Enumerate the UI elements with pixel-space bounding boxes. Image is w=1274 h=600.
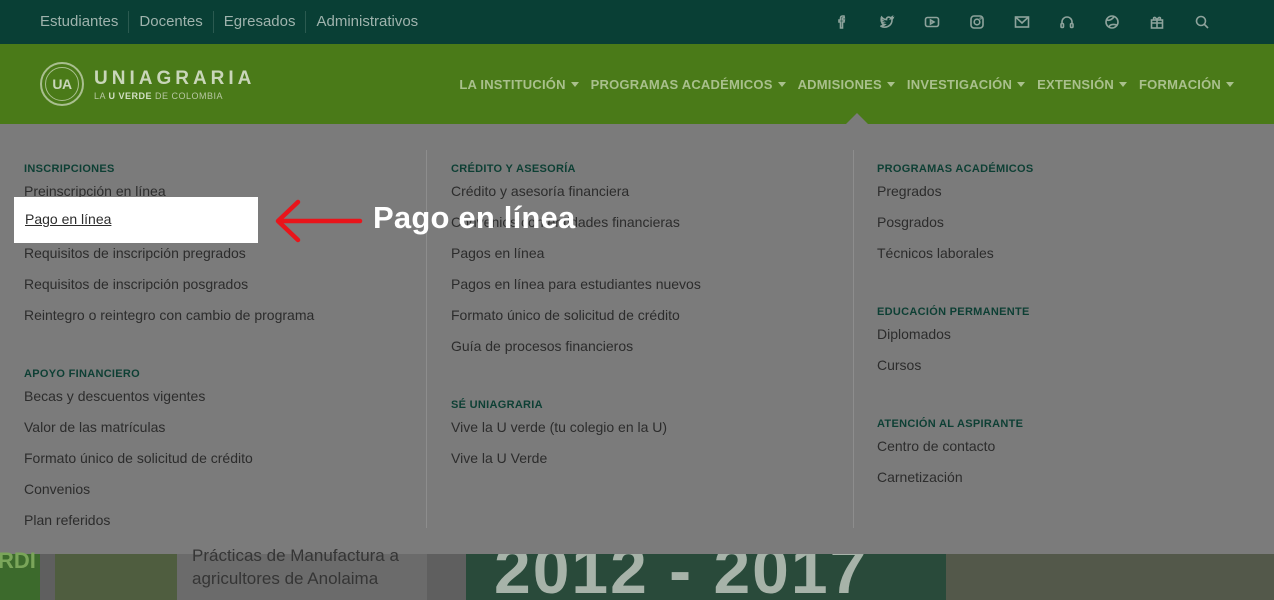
red-arrow-icon (275, 199, 363, 243)
social-icons (819, 0, 1224, 44)
nav-programas-academicos[interactable]: PROGRAMAS ACADÉMICOS (591, 77, 786, 92)
uniagraria-logo[interactable]: UA UNIAGRARIA LA U VERDE DE COLOMBIA (40, 62, 255, 106)
search-icon[interactable] (1179, 0, 1224, 44)
nav-label: EXTENSIÓN (1037, 76, 1115, 92)
facebook-icon[interactable] (819, 0, 864, 44)
heading-educacion-permanente: EDUCACIÓN PERMANENTE (877, 306, 1030, 318)
fragment-text: RDI (0, 548, 36, 573)
menu-item-valor-matriculas[interactable]: Valor de las matrículas (24, 412, 424, 443)
menu-item-requisitos-posgrados[interactable]: Requisitos de inscripción posgrados (24, 269, 424, 300)
menu-item-posgrados[interactable]: Posgrados (877, 207, 1274, 238)
caret-down-icon (1226, 81, 1234, 87)
nav-investigacion[interactable]: INVESTIGACIÓN (906, 76, 1026, 92)
news-thumbnail[interactable] (55, 554, 177, 600)
heading-atencion-aspirante: ATENCIÓN AL ASPIRANTE (877, 418, 1024, 430)
logo-tag-suffix: DE COLOMBIA (152, 90, 224, 101)
logo-mark-text: UA (52, 76, 72, 92)
news-line-1: Prácticas de Manufactura a (192, 546, 399, 565)
menu-item-pagos-nuevos[interactable]: Pagos en línea para estudiantes nuevos (451, 269, 851, 300)
instagram-icon[interactable] (954, 0, 999, 44)
nav-label: FORMACIÓN (1139, 76, 1221, 92)
youtube-icon[interactable] (909, 0, 954, 44)
logo-mark: UA (40, 62, 84, 106)
column-divider (853, 150, 854, 528)
top-utility-bar: Estudiantes Docentes Egresados Administr… (0, 0, 1274, 44)
caret-down-icon (777, 81, 786, 87)
menu-item-guia-procesos[interactable]: Guía de procesos financieros (451, 331, 851, 362)
menu-item-reintegro[interactable]: Reintegro o reintegro con cambio de prog… (24, 300, 424, 331)
admisiones-mega-menu: INSCRIPCIONES Preinscripción en línea Pa… (0, 124, 1274, 554)
background-fragment-left: RDI (0, 548, 40, 600)
gift-icon[interactable] (1134, 0, 1179, 44)
caret-down-icon (1119, 81, 1128, 87)
menu-item-diplomados[interactable]: Diplomados (877, 319, 1274, 350)
nav-label: PROGRAMAS ACADÉMICOS (590, 76, 773, 92)
caret-down-icon (1017, 81, 1026, 87)
logo-tag-bold: U VERDE (108, 90, 153, 101)
heading-se-uniagraria: SÉ UNIAGRARIA (451, 399, 543, 411)
nav-la-institucion[interactable]: LA INSTITUCIÓN (459, 76, 579, 92)
menu-item-pagos-en-linea[interactable]: Pagos en línea (451, 238, 851, 269)
menu-item-tecnicos-laborales[interactable]: Técnicos laborales (877, 238, 1274, 269)
menu-item-formato-credito[interactable]: Formato único de solicitud de crédito (24, 443, 424, 474)
link-administrativos[interactable]: Administrativos (305, 11, 428, 33)
nav-label: INVESTIGACIÓN (906, 76, 1013, 92)
anniversary-banner[interactable]: 2012 - 2017 (466, 554, 946, 600)
link-estudiantes[interactable]: Estudiantes (30, 11, 128, 33)
link-egresados[interactable]: Egresados (212, 11, 306, 33)
menu-item-plan-referidos[interactable]: Plan referidos (24, 505, 424, 536)
caret-down-icon (886, 81, 895, 87)
mail-icon[interactable] (999, 0, 1044, 44)
menu-item-formato-unico[interactable]: Formato único de solicitud de crédito (451, 300, 851, 331)
nav-label: LA INSTITUCIÓN (459, 76, 566, 92)
annotation-label: Pago en línea (373, 200, 576, 235)
heading-apoyo-financiero: APOYO FINANCIERO (24, 368, 141, 380)
main-header: UA UNIAGRARIA LA U VERDE DE COLOMBIA LA … (0, 44, 1274, 124)
globe-icon[interactable] (1089, 0, 1134, 44)
banner-text: 2012 - 2017 (494, 554, 869, 600)
nav-admisiones[interactable]: ADMISIONES (798, 77, 895, 92)
twitter-icon[interactable] (864, 0, 909, 44)
mega-column-3: PROGRAMAS ACADÉMICOS Pregrados Posgrados… (877, 154, 1274, 493)
menu-item-vive-u-verde[interactable]: Vive la U Verde (451, 443, 851, 474)
news-line-2: agricultores de Anolaima (192, 569, 379, 588)
logo-text: UNIAGRARIA LA U VERDE DE COLOMBIA (94, 68, 255, 101)
headset-icon[interactable] (1044, 0, 1089, 44)
menu-item-vive-u-verde-colegio[interactable]: Vive la U verde (tu colegio en la U) (451, 412, 851, 443)
menu-item-pregrados[interactable]: Pregrados (877, 176, 1274, 207)
background-image-right[interactable] (946, 554, 1274, 600)
nav-formacion[interactable]: FORMACIÓN (1139, 77, 1234, 92)
menu-item-convenios[interactable]: Convenios (24, 474, 424, 505)
heading-inscripciones: INSCRIPCIONES (24, 163, 115, 175)
mega-menu-notch (846, 113, 868, 124)
main-nav: LA INSTITUCIÓN PROGRAMAS ACADÉMICOS ADMI… (447, 44, 1234, 124)
highlight-label: Pago en línea (25, 211, 112, 227)
caret-down-icon (570, 81, 579, 87)
heading-credito-asesoria: CRÉDITO Y ASESORÍA (451, 163, 576, 175)
menu-item-centro-contacto[interactable]: Centro de contacto (877, 431, 1274, 462)
logo-tag-prefix: LA (94, 90, 109, 101)
audience-links: Estudiantes Docentes Egresados Administr… (30, 11, 428, 33)
menu-item-becas[interactable]: Becas y descuentos vigentes (24, 381, 424, 412)
news-card-text[interactable]: Prácticas de Manufactura a agricultores … (177, 546, 427, 600)
nav-extension[interactable]: EXTENSIÓN (1037, 76, 1128, 92)
logo-name: UNIAGRARIA (94, 67, 256, 89)
highlighted-pago-en-linea[interactable]: Pago en línea (14, 197, 258, 243)
logo-tagline: LA U VERDE DE COLOMBIA (94, 91, 255, 101)
menu-item-cursos[interactable]: Cursos (877, 350, 1274, 381)
menu-item-carnetizacion[interactable]: Carnetización (877, 462, 1274, 493)
nav-label: ADMISIONES (797, 76, 882, 92)
heading-programas-academicos: PROGRAMAS ACADÉMICOS (877, 163, 1034, 175)
link-docentes[interactable]: Docentes (128, 11, 212, 33)
